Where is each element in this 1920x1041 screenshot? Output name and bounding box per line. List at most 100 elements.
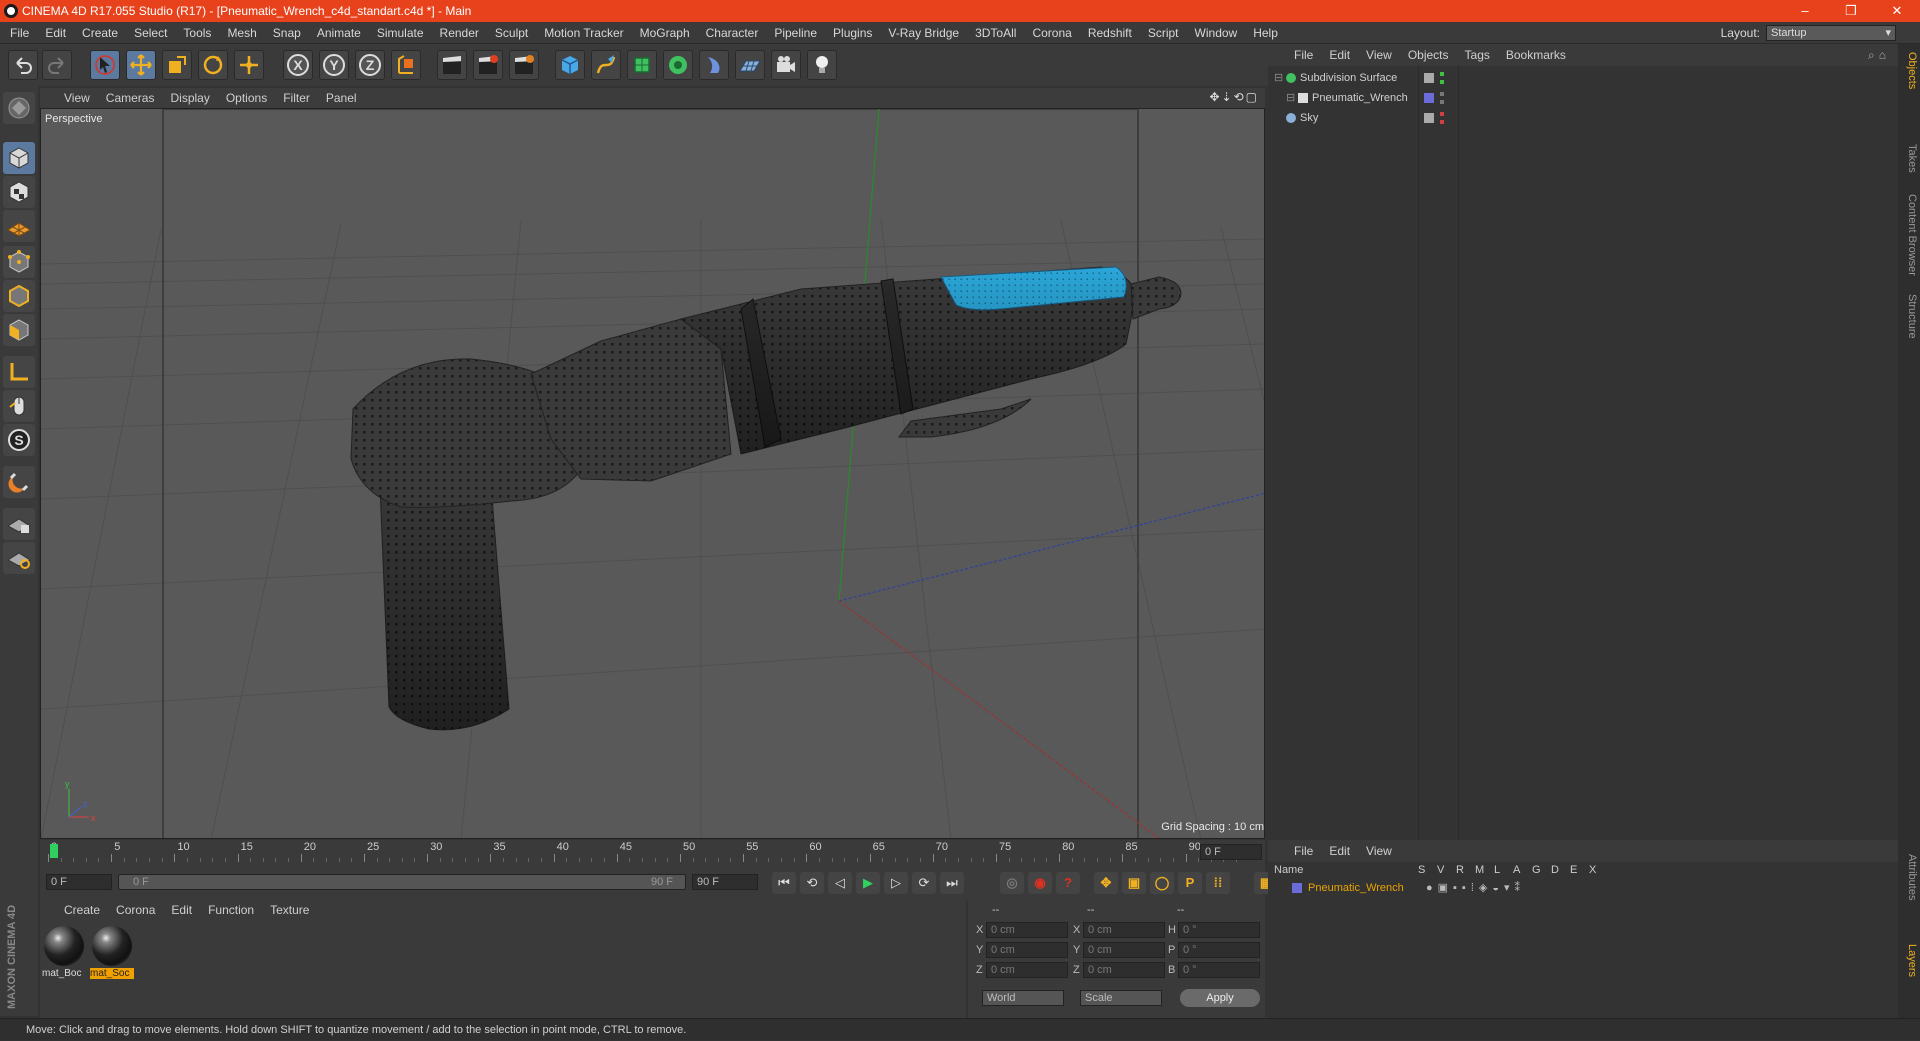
viewport-perspective[interactable]: y x z <box>40 108 1265 839</box>
scale-tool-button[interactable] <box>162 50 192 80</box>
key-scale-button[interactable]: ▣ <box>1122 872 1146 894</box>
material-menu-function[interactable]: Function <box>200 900 262 920</box>
workplane-rotate-button[interactable] <box>3 542 35 574</box>
layer-column-name[interactable]: Name <box>1274 864 1303 876</box>
lock-workplane-button[interactable] <box>3 508 35 540</box>
end-frame-field[interactable]: 90 F <box>692 874 758 890</box>
menu-script[interactable]: Script <box>1140 22 1187 44</box>
object-menu-file[interactable]: File <box>1286 44 1321 66</box>
coord-size-field[interactable]: 0 cm <box>1083 942 1165 958</box>
texture-mode-button[interactable] <box>3 176 35 208</box>
material-menu-edit[interactable]: Edit <box>163 900 200 920</box>
layer-column-d[interactable]: D <box>1551 864 1559 876</box>
step-forward-button[interactable]: ▷ <box>884 872 908 894</box>
layer-column-l[interactable]: L <box>1494 864 1500 876</box>
expand-icon[interactable]: ⊟ <box>1286 88 1295 108</box>
transform-tool-button[interactable] <box>234 50 264 80</box>
add-array-button[interactable] <box>663 50 693 80</box>
workplane-mode-button[interactable] <box>3 210 35 242</box>
object-row-subdivision-surface[interactable]: ⊟ Subdivision Surface <box>1268 68 1898 88</box>
autokey-button[interactable]: ◉ <box>1028 872 1052 894</box>
object-row-pneumatic-wrench[interactable]: ⊟ Pneumatic_Wrench <box>1268 88 1898 108</box>
move-tool-button[interactable] <box>126 50 156 80</box>
tweak-mode-button[interactable] <box>3 390 35 422</box>
points-mode-button[interactable] <box>3 246 35 278</box>
layer-column-r[interactable]: R <box>1456 864 1464 876</box>
add-camera-button[interactable] <box>771 50 801 80</box>
layer-column-s[interactable]: S <box>1418 864 1425 876</box>
step-back-button[interactable]: ◁ <box>828 872 852 894</box>
render-to-picture-viewer-button[interactable] <box>473 50 503 80</box>
layer-column-g[interactable]: G <box>1532 864 1541 876</box>
coord-size-field[interactable]: 0 cm <box>1083 922 1165 938</box>
side-tab-objects[interactable]: Objects <box>1900 52 1918 89</box>
undo-button[interactable] <box>8 50 38 80</box>
menu-3dtoall[interactable]: 3DToAll <box>967 22 1024 44</box>
y-axis-button[interactable]: Y <box>319 50 349 80</box>
menu-redshift[interactable]: Redshift <box>1080 22 1140 44</box>
side-tab-content-browser[interactable]: Content Browser <box>1900 194 1918 276</box>
viewport-menu-panel[interactable]: Panel <box>318 88 365 108</box>
live-selection-button[interactable] <box>90 50 120 80</box>
edges-mode-button[interactable] <box>3 280 35 312</box>
menu-file[interactable]: File <box>2 22 37 44</box>
add-floor-button[interactable] <box>735 50 765 80</box>
key-point-level-button[interactable]: ⁞⁞ <box>1206 872 1230 894</box>
coord-size-field[interactable]: 0 cm <box>1083 962 1165 978</box>
close-button[interactable]: ✕ <box>1874 0 1920 22</box>
menu-window[interactable]: Window <box>1187 22 1246 44</box>
object-manager-nav-icons[interactable]: ⌕⌂ <box>1868 48 1890 63</box>
object-menu-objects[interactable]: Objects <box>1400 44 1457 66</box>
viewport-menu-view[interactable]: View <box>56 88 98 108</box>
world-dropdown[interactable]: World <box>982 990 1064 1006</box>
add-spline-button[interactable] <box>591 50 621 80</box>
viewport-menu-cameras[interactable]: Cameras <box>98 88 163 108</box>
coord-rotation-field[interactable]: 0 ° <box>1178 922 1260 938</box>
redo-button[interactable] <box>42 50 72 80</box>
object-menu-tags[interactable]: Tags <box>1457 44 1498 66</box>
menu-character[interactable]: Character <box>698 22 767 44</box>
minimize-button[interactable]: – <box>1782 0 1828 22</box>
menu-mograph[interactable]: MoGraph <box>632 22 698 44</box>
layer-column-m[interactable]: M <box>1475 864 1484 876</box>
menu-snap[interactable]: Snap <box>265 22 309 44</box>
coord-position-field[interactable]: 0 cm <box>986 962 1068 978</box>
play-button[interactable]: ▶ <box>856 872 880 894</box>
menu-motion-tracker[interactable]: Motion Tracker <box>536 22 631 44</box>
motion-record-button[interactable]: ◎ <box>1000 872 1024 894</box>
object-layer-icon[interactable] <box>1424 113 1434 123</box>
expand-icon[interactable]: ⊟ <box>1274 68 1283 88</box>
menu-animate[interactable]: Animate <box>309 22 369 44</box>
frame-range-slider[interactable]: 0 F 90 F <box>118 874 686 890</box>
add-nurbs-button[interactable] <box>627 50 657 80</box>
object-row-sky[interactable]: Sky <box>1268 108 1898 128</box>
viewport-menu-filter[interactable]: Filter <box>275 88 318 108</box>
keyframe-selection-button[interactable]: ? <box>1056 872 1080 894</box>
material-swatch[interactable]: mat_Soc <box>90 924 134 984</box>
menu-sculpt[interactable]: Sculpt <box>487 22 536 44</box>
viewport-menu-display[interactable]: Display <box>162 88 217 108</box>
menu-tools[interactable]: Tools <box>175 22 219 44</box>
layer-menu-view[interactable]: View <box>1358 840 1400 862</box>
magnet-button[interactable] <box>3 466 35 498</box>
menu-create[interactable]: Create <box>74 22 126 44</box>
add-deformer-button[interactable] <box>699 50 729 80</box>
coord-rotation-field[interactable]: 0 ° <box>1178 962 1260 978</box>
timeline-ruler[interactable]: 051015202530354045505560657075808590 0 F <box>40 840 1265 865</box>
add-cube-button[interactable] <box>555 50 585 80</box>
layer-flags[interactable]: ●▣▪▪⁞◈◒▾⁑ <box>1426 878 1525 898</box>
side-tab-attributes[interactable]: Attributes <box>1900 854 1918 900</box>
rotate-tool-button[interactable] <box>198 50 228 80</box>
object-menu-view[interactable]: View <box>1358 44 1400 66</box>
object-visibility-dots[interactable] <box>1440 72 1444 84</box>
object-layer-icon[interactable] <box>1424 73 1434 83</box>
snapping-button[interactable]: S <box>3 424 35 456</box>
menu-simulate[interactable]: Simulate <box>369 22 432 44</box>
layer-column-x[interactable]: X <box>1589 864 1596 876</box>
polygons-mode-button[interactable] <box>3 314 35 346</box>
menu-mesh[interactable]: Mesh <box>219 22 264 44</box>
object-menu-edit[interactable]: Edit <box>1321 44 1358 66</box>
object-layer-icon[interactable] <box>1424 93 1434 103</box>
layer-column-v[interactable]: V <box>1437 864 1444 876</box>
make-editable-button[interactable] <box>3 92 35 124</box>
